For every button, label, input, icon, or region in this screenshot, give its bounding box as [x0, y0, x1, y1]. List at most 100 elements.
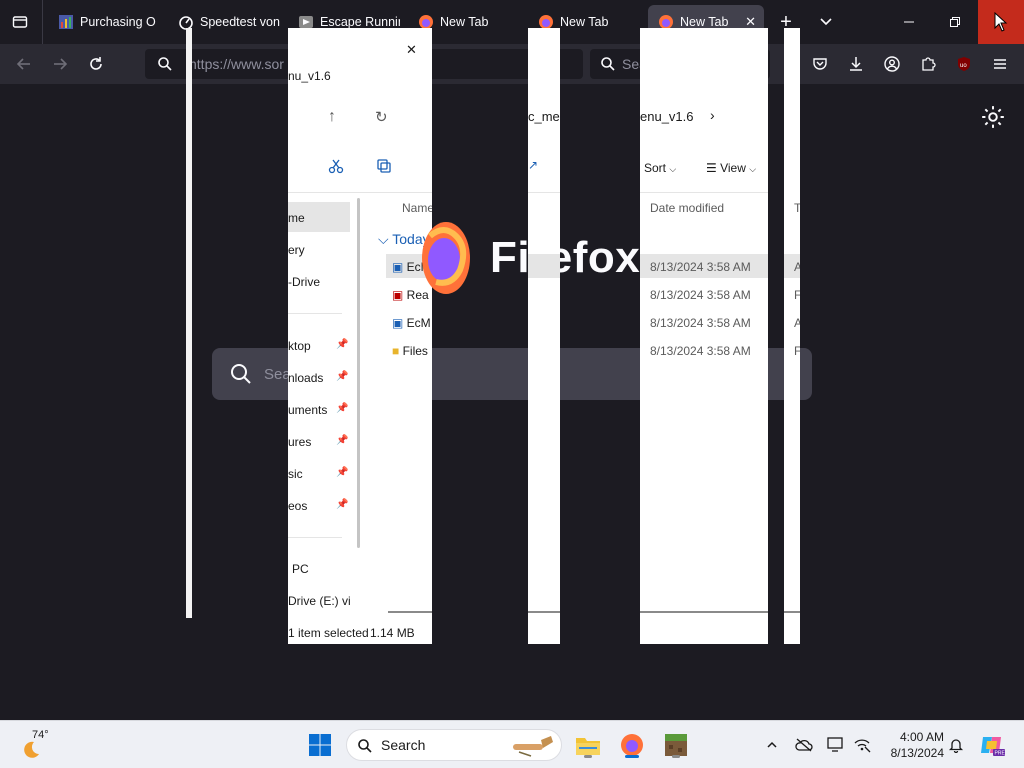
explorer-strip-crumb: c_men ↗ [528, 28, 560, 644]
forward-button[interactable] [46, 50, 74, 78]
share-icon[interactable]: ↗ [528, 158, 538, 172]
restore-button[interactable] [932, 0, 978, 44]
tab-title: Purchasing O [80, 15, 156, 29]
file-type: F [794, 344, 800, 358]
firefox-view-icon [12, 16, 28, 28]
app-menu-button[interactable] [986, 50, 1014, 78]
horizontal-scrollbar[interactable] [784, 611, 800, 613]
nav-item-documents[interactable]: uments [288, 403, 327, 417]
taskbar-search-label: Search [381, 737, 426, 753]
active-indicator [625, 755, 639, 758]
pin-icon: 📌 [336, 339, 349, 350]
taskbar-minecraft[interactable] [660, 729, 692, 761]
file-row[interactable]: ■ Files [392, 344, 428, 358]
file-row[interactable]: ▣ EcM [392, 316, 431, 330]
tab-speedtest[interactable]: Speedtest von [168, 5, 280, 39]
chevron-up-icon [767, 741, 777, 748]
file-name: EcM [406, 316, 431, 330]
display-icon[interactable] [826, 735, 846, 755]
nav-item-music[interactable]: sic [288, 467, 303, 481]
pin-icon: 📌 [336, 435, 349, 446]
chevron-down-icon [820, 18, 832, 26]
view-label: View [720, 161, 746, 175]
column-header-type[interactable]: T [794, 201, 800, 215]
network-off-icon [854, 739, 871, 753]
nav-item-desktop[interactable]: ktop [288, 339, 311, 353]
chevron-down-icon: ⌵ [669, 164, 677, 174]
copilot-button[interactable]: PRE [976, 729, 1008, 761]
search-icon [231, 364, 251, 384]
tab-purchasing[interactable]: Purchasing O [48, 5, 160, 39]
column-header-name[interactable]: Name [402, 201, 432, 215]
taskbar-file-explorer[interactable] [572, 729, 604, 761]
reload-button[interactable] [82, 50, 110, 78]
close-icon[interactable]: ✕ [406, 42, 417, 58]
folder-icon: ■ [392, 344, 403, 358]
bell-icon [948, 739, 964, 753]
nav-item-drive-e[interactable]: Drive (E:) vi [288, 594, 351, 608]
nav-item-downloads[interactable]: nloads [288, 371, 323, 385]
horizontal-scrollbar[interactable] [388, 611, 432, 613]
pin-icon: 📌 [336, 371, 349, 382]
show-hidden-icons-button[interactable] [762, 735, 782, 755]
extensions-button[interactable] [914, 50, 942, 78]
nav-divider [288, 313, 342, 314]
nav-item-gallery[interactable]: ery [288, 243, 305, 257]
running-indicator [672, 755, 680, 758]
pin-icon: 📌 [336, 467, 349, 478]
chevron-right-icon[interactable]: › [710, 107, 715, 123]
cloud-sync-icon[interactable] [794, 735, 814, 755]
tab-title: New Tab [680, 15, 729, 29]
tab-title: Speedtest von [200, 15, 280, 29]
system-clock[interactable]: 4:00 AM 8/13/2024 [882, 729, 944, 761]
breadcrumb-current[interactable]: enu_v1.6 [640, 109, 694, 124]
weather-widget[interactable]: 74° [20, 729, 60, 761]
arrow-up-icon[interactable]: ↑ [328, 108, 336, 126]
chevron-down-icon: ⌵ [749, 164, 757, 174]
pin-icon: 📌 [336, 499, 349, 510]
cloud-off-icon [795, 738, 813, 752]
refresh-icon[interactable]: ↻ [375, 108, 388, 126]
sort-button[interactable]: Sort ⌵ [644, 161, 676, 175]
file-type: A [794, 260, 800, 274]
firefox-view-button[interactable] [0, 0, 40, 44]
minimize-button[interactable] [886, 0, 932, 44]
toolbar-divider [528, 192, 560, 193]
nav-item-this-pc[interactable]: PC [292, 562, 309, 576]
column-header-date[interactable]: Date modified [650, 201, 724, 215]
toolbar-divider [640, 192, 768, 193]
close-window-button[interactable] [978, 0, 1024, 44]
nav-item-onedrive[interactable]: -Drive [288, 275, 320, 289]
horizontal-scrollbar[interactable] [528, 611, 560, 613]
firefox-icon [621, 734, 643, 756]
running-indicator [584, 755, 592, 758]
cut-icon[interactable] [328, 158, 344, 174]
account-button[interactable] [878, 50, 906, 78]
breadcrumb-fragment[interactable]: c_men [528, 109, 560, 124]
nav-item-pictures[interactable]: ures [288, 435, 311, 449]
hamburger-menu-icon [994, 59, 1006, 69]
download-icon [850, 57, 862, 71]
notifications-button[interactable] [946, 735, 966, 755]
list-view-icon: ☰ [706, 161, 721, 175]
nav-item-home[interactable]: me [288, 211, 305, 225]
nav-scrollbar[interactable] [357, 198, 360, 548]
reload-icon [90, 57, 102, 70]
taskbar-firefox[interactable] [616, 729, 648, 761]
view-button[interactable]: ☰ View ⌵ [706, 161, 756, 175]
file-name: Files [402, 344, 428, 358]
nav-item-videos[interactable]: eos [288, 499, 307, 513]
ublock-button[interactable]: uo [950, 50, 978, 78]
list-all-tabs-button[interactable] [812, 8, 840, 36]
horizontal-scrollbar[interactable] [640, 611, 768, 613]
downloads-button[interactable] [842, 50, 870, 78]
copy-icon[interactable] [376, 158, 392, 174]
network-icon[interactable] [852, 735, 872, 755]
toolbar-divider [288, 192, 432, 193]
start-button[interactable] [304, 729, 336, 761]
tab-title: New Tab [440, 15, 489, 29]
gear-icon[interactable] [980, 104, 1006, 130]
pocket-button[interactable] [806, 50, 834, 78]
back-button[interactable] [10, 50, 38, 78]
taskbar-search[interactable]: Search [346, 729, 562, 761]
